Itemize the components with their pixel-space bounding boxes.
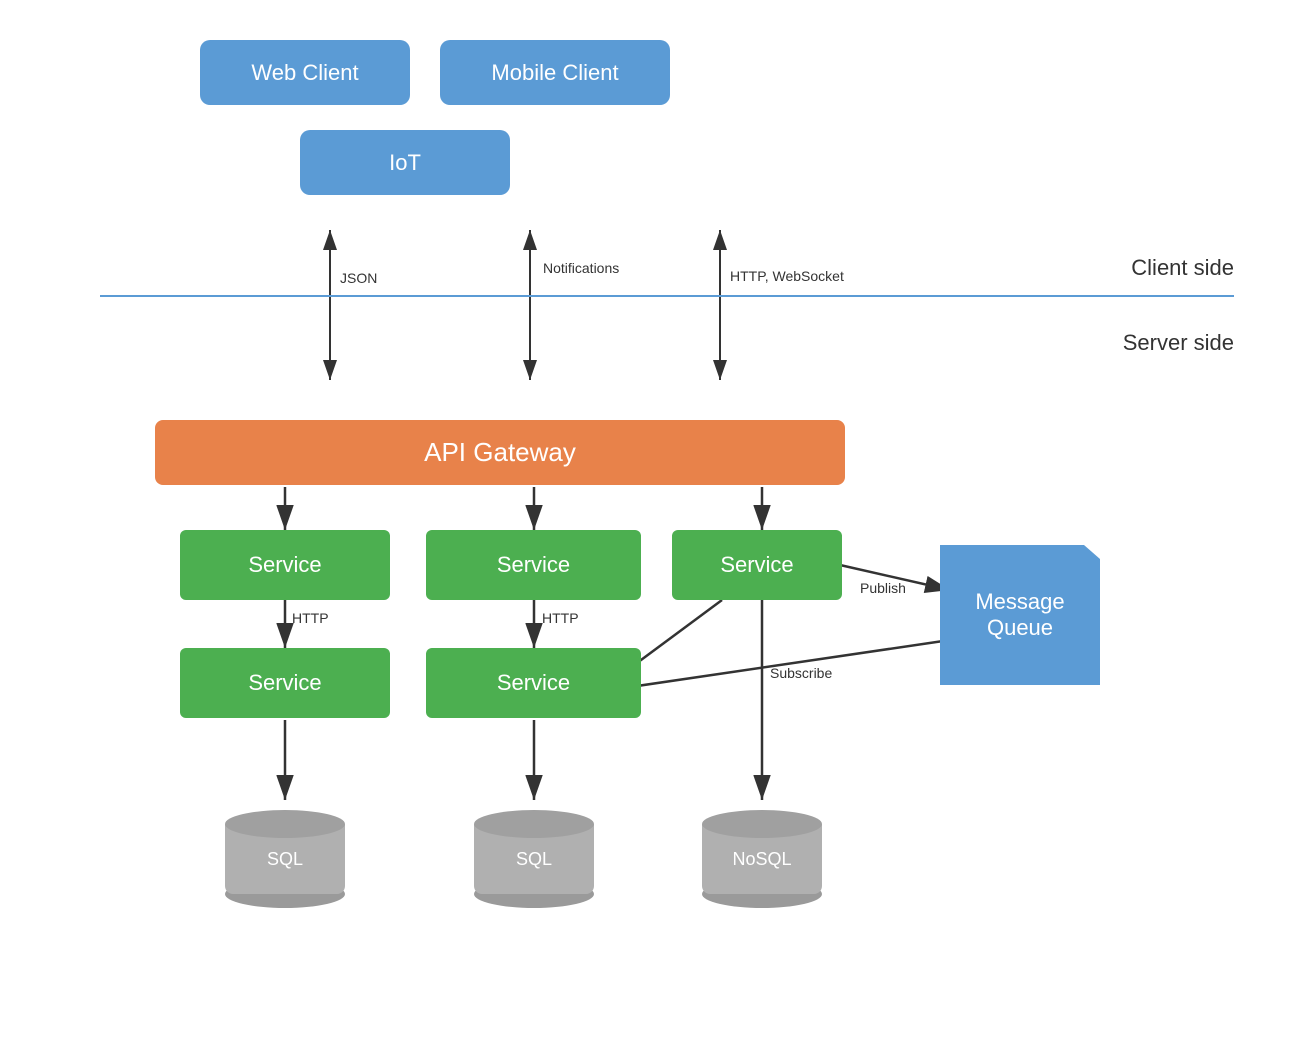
- client-side-label: Client side: [1131, 255, 1234, 281]
- service-1a-box: Service: [180, 530, 390, 600]
- service-2b-label: Service: [497, 670, 570, 696]
- api-gateway-label: API Gateway: [424, 437, 576, 468]
- message-queue-box: Message Queue: [940, 545, 1100, 685]
- db-1-top: [225, 810, 345, 838]
- publish-label: Publish: [860, 580, 906, 596]
- db-3-label: NoSQL: [732, 849, 791, 870]
- web-client-label: Web Client: [251, 60, 358, 86]
- http-1-label: HTTP: [292, 610, 329, 626]
- client-server-divider: [100, 295, 1234, 297]
- service-2a-box: Service: [426, 530, 641, 600]
- service-1a-label: Service: [248, 552, 321, 578]
- service-1b-label: Service: [248, 670, 321, 696]
- service-1b-box: Service: [180, 648, 390, 718]
- http-2-label: HTTP: [542, 610, 579, 626]
- db-1-cylinder: SQL: [225, 810, 345, 908]
- message-queue-label: Message Queue: [975, 589, 1064, 641]
- db-3-top: [702, 810, 822, 838]
- subscribe-label: Subscribe: [770, 665, 832, 681]
- service-2b-box: Service: [426, 648, 641, 718]
- json-label: JSON: [340, 270, 377, 286]
- notifications-label: Notifications: [543, 260, 619, 276]
- server-side-label: Server side: [1123, 330, 1234, 356]
- web-client-box: Web Client: [200, 40, 410, 105]
- service-3-label: Service: [720, 552, 793, 578]
- service-3-box: Service: [672, 530, 842, 600]
- iot-box: IoT: [300, 130, 510, 195]
- http-websocket-label: HTTP, WebSocket: [730, 268, 844, 284]
- mobile-client-box: Mobile Client: [440, 40, 670, 105]
- db-3-cylinder: NoSQL: [702, 810, 822, 908]
- arrows-overlay: [0, 0, 1294, 1038]
- db-2-cylinder: SQL: [474, 810, 594, 908]
- api-gateway-box: API Gateway: [155, 420, 845, 485]
- mobile-client-label: Mobile Client: [491, 60, 618, 86]
- db-2-top: [474, 810, 594, 838]
- service-2a-label: Service: [497, 552, 570, 578]
- iot-label: IoT: [389, 150, 421, 176]
- db-1-label: SQL: [267, 849, 303, 870]
- architecture-diagram: Web Client Mobile Client IoT Client side…: [0, 0, 1294, 1038]
- db-2-label: SQL: [516, 849, 552, 870]
